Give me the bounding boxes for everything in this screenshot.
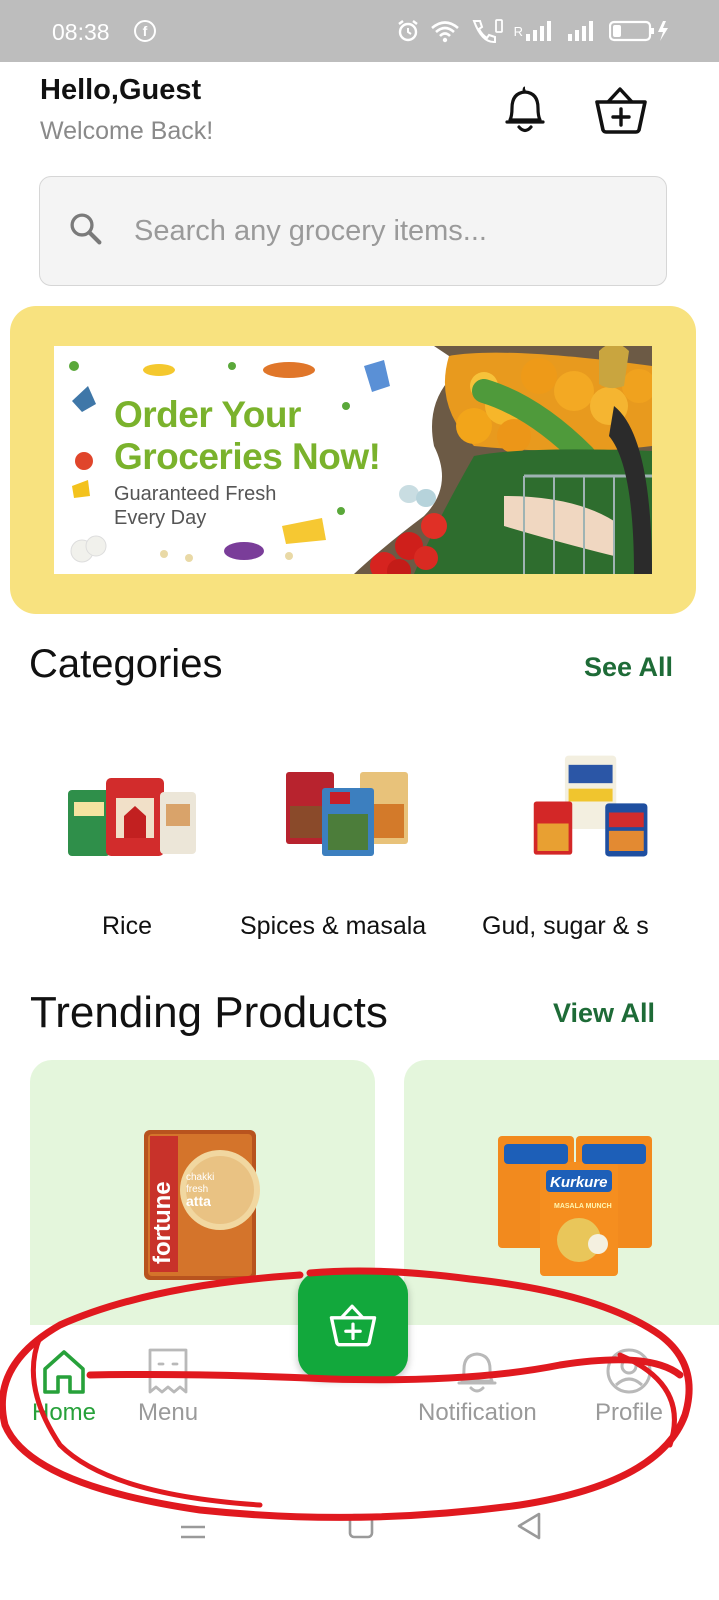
status-bar: 08:38 f R bbox=[0, 0, 719, 62]
category-label: Gud, sugar & s bbox=[482, 912, 649, 940]
category-label: Spices & masala bbox=[240, 912, 427, 940]
search-icon bbox=[70, 213, 102, 245]
rice-category-image bbox=[68, 778, 196, 856]
fortune-atta-image: fortune chakki fresh atta bbox=[144, 1130, 260, 1280]
banner-title: Order Your Groceries Now! bbox=[114, 394, 381, 478]
kurkure-image: Kurkure MASALA MUNCH bbox=[498, 1136, 652, 1276]
status-time: 08:38 bbox=[52, 19, 110, 45]
greeting-block: Hello,Guest Welcome Back! bbox=[40, 74, 213, 146]
fortune-brand: fortune bbox=[149, 1181, 176, 1264]
banner-title-line1: Order Your bbox=[114, 394, 301, 435]
nav-menu-label: Menu bbox=[138, 1399, 199, 1426]
trending-title: Trending Products bbox=[30, 988, 388, 1037]
facebook-icon: f bbox=[134, 20, 156, 42]
categories-title: Categories bbox=[29, 642, 223, 686]
spices-category-image bbox=[286, 772, 408, 856]
nav-home-label: Home bbox=[32, 1399, 97, 1426]
signal-icon bbox=[526, 21, 551, 41]
bell-icon bbox=[505, 86, 545, 133]
back-triangle-icon bbox=[517, 1512, 541, 1540]
promo-banner[interactable]: Order Your Groceries Now! Guaranteed Fre… bbox=[10, 306, 696, 614]
home-system-button[interactable] bbox=[348, 1513, 374, 1539]
search-input[interactable] bbox=[134, 211, 614, 251]
signal-icon-2 bbox=[568, 21, 593, 41]
recents-button[interactable] bbox=[178, 1519, 208, 1543]
banner-subtitle-line1: Guaranteed Fresh bbox=[114, 483, 277, 505]
see-all-link[interactable]: See All bbox=[584, 652, 673, 683]
banner-title-line2: Groceries Now! bbox=[114, 436, 381, 477]
cart-fab-button[interactable] bbox=[298, 1272, 408, 1378]
kurkure-brand: Kurkure bbox=[550, 1174, 608, 1191]
nav-notification[interactable]: Notification bbox=[418, 1347, 537, 1427]
nav-notification-label: Notification bbox=[418, 1399, 537, 1426]
notification-button[interactable] bbox=[500, 84, 550, 136]
roaming-label: R bbox=[513, 23, 523, 39]
nav-profile[interactable]: Profile bbox=[595, 1347, 663, 1427]
wifi-icon bbox=[430, 21, 459, 43]
basket-add-icon bbox=[329, 1304, 377, 1347]
system-navigation-bar bbox=[0, 1495, 719, 1600]
greeting-title: Hello,Guest bbox=[40, 74, 202, 106]
greeting-subtitle: Welcome Back! bbox=[40, 117, 214, 145]
bell-icon bbox=[457, 1352, 497, 1393]
basket-add-icon bbox=[595, 87, 647, 134]
kurkure-flavor: MASALA MUNCH bbox=[554, 1203, 612, 1210]
volte-call-icon bbox=[472, 19, 503, 44]
nav-home[interactable]: Home bbox=[32, 1347, 96, 1427]
battery-charging-icon bbox=[609, 20, 668, 42]
promo-banner-image: Order Your Groceries Now! Guaranteed Fre… bbox=[54, 346, 652, 574]
alarm-icon bbox=[397, 20, 418, 42]
status-icons: R bbox=[396, 17, 671, 45]
back-button[interactable] bbox=[515, 1511, 543, 1541]
nav-menu[interactable]: Menu bbox=[138, 1347, 198, 1427]
profile-icon bbox=[606, 1348, 652, 1394]
receipt-icon bbox=[148, 1348, 188, 1394]
banner-subtitle: Guaranteed Fresh Every Day bbox=[114, 482, 276, 530]
recents-icon bbox=[181, 1525, 205, 1539]
sugar-category-image bbox=[533, 755, 648, 857]
fortune-line3: atta bbox=[186, 1193, 211, 1209]
nav-profile-label: Profile bbox=[595, 1399, 664, 1426]
category-label: Rice bbox=[102, 912, 153, 940]
fortune-line1: chakki bbox=[186, 1172, 214, 1183]
view-all-link[interactable]: View All bbox=[553, 998, 655, 1029]
search-bar[interactable] bbox=[39, 176, 667, 286]
cart-button[interactable] bbox=[592, 84, 650, 136]
square-icon bbox=[348, 1513, 374, 1539]
banner-subtitle-line2: Every Day bbox=[114, 507, 207, 529]
home-icon bbox=[43, 1350, 85, 1394]
product-card-kurkure[interactable]: Kurkure MASALA MUNCH bbox=[404, 1060, 719, 1350]
